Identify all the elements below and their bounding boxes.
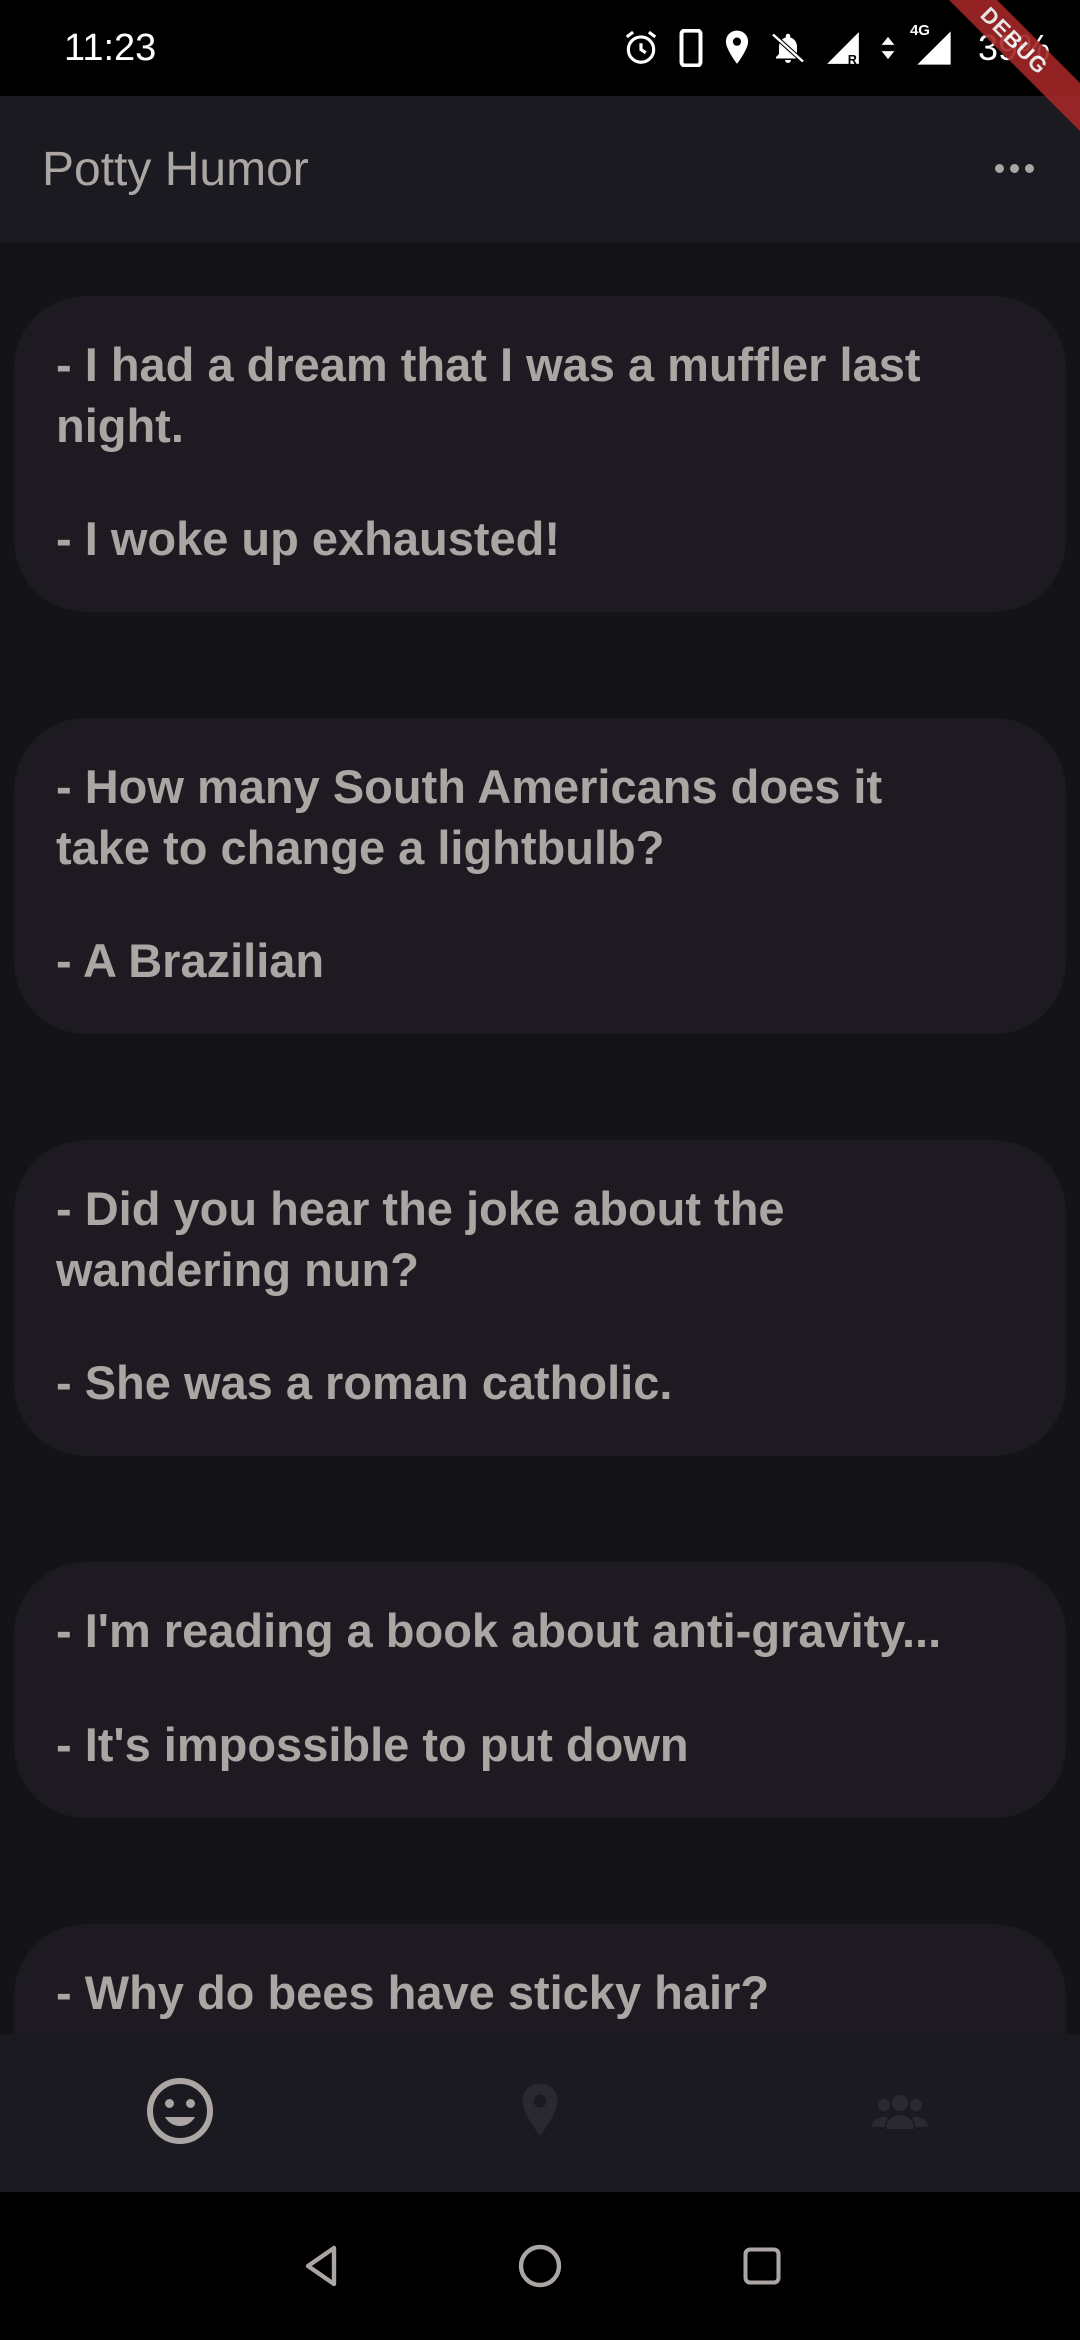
recents-button[interactable] [722,2228,802,2308]
joke-setup: - How many South Americans does it [56,760,883,813]
notifications-off-icon [770,29,806,67]
location-pin-icon [517,2081,563,2146]
more-menu-button[interactable] [972,136,1056,200]
location-icon [722,29,752,67]
joke-punchline: - She was a roman catholic. [56,1356,673,1409]
nav-item-location[interactable] [360,2034,720,2192]
signal-icon: 4G [910,22,954,68]
status-bar: 11:23 R 4G 39% [0,0,1080,96]
back-button[interactable] [282,2228,362,2308]
joke-setup: - Did you hear the joke about the [56,1182,785,1235]
joke-setup: - I'm reading a book about anti-gravity.… [56,1604,942,1657]
app-bar: Potty Humor [0,96,1080,242]
joke-card[interactable]: - Did you hear the joke about the wander… [14,1140,1066,1456]
more-horiz-icon-dot [1024,163,1034,173]
joke-card[interactable]: - How many South Americans does it take … [14,718,1066,1034]
bottom-navigation [0,2034,1080,2192]
signal-roaming-icon: R [824,29,862,67]
joke-setup: night. [56,399,184,452]
svg-text:R: R [848,53,857,67]
status-time: 11:23 [64,27,157,69]
home-icon [516,2242,564,2295]
joke-punchline: - I woke up exhausted! [56,512,561,565]
nav-item-jokes[interactable] [0,2034,360,2192]
screen: 11:23 R 4G 39% [0,0,1080,2340]
joke-punchline: - It's impossible to put down [56,1718,689,1771]
joke-punchline: - A Brazilian [56,934,325,987]
group-icon [870,2089,930,2138]
joke-card[interactable]: - I'm reading a book about anti-gravity.… [14,1562,1066,1818]
joke-card[interactable]: - I had a dream that I was a muffler las… [14,296,1066,612]
joke-setup: take to change a lightbulb? [56,821,665,874]
joke-setup: - Why do bees have sticky hair? [56,1966,770,2019]
data-arrows-icon [880,29,896,67]
nav-item-group[interactable] [720,2034,1080,2192]
system-navigation-bar [0,2192,1080,2340]
network-type-label: 4G [909,22,930,39]
smiley-icon [144,2075,216,2152]
more-horiz-icon [994,163,1004,173]
joke-list[interactable]: - I had a dream that I was a muffler las… [0,242,1080,2034]
more-horiz-icon-dot [1009,163,1019,173]
back-icon [298,2242,346,2295]
phone-icon [678,29,704,67]
alarm-icon [622,29,660,67]
joke-card[interactable]: - Why do bees have sticky hair? [14,1924,1066,2034]
recents-icon [740,2244,784,2293]
joke-setup: wandering nun? [56,1243,419,1296]
page-title: Potty Humor [42,143,309,196]
home-button[interactable] [500,2228,580,2308]
joke-setup: - I had a dream that I was a muffler las… [56,338,921,391]
